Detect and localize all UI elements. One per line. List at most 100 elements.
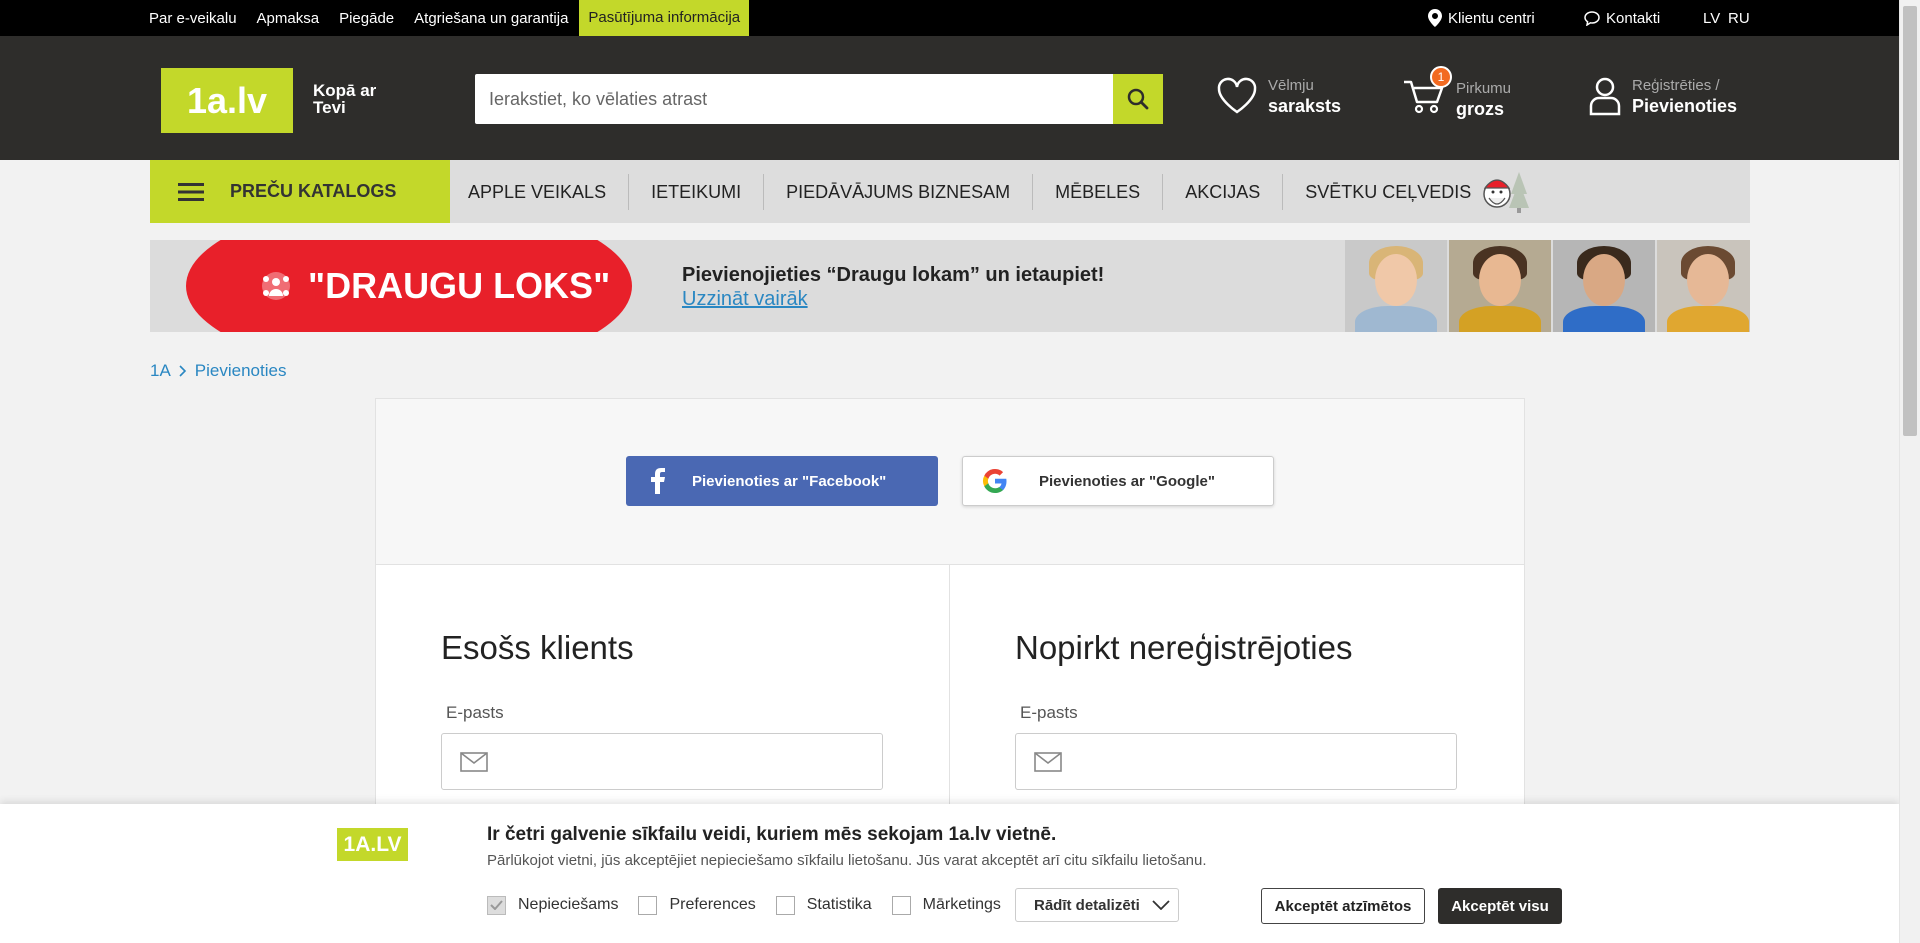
cookie-option-statistics[interactable]: Statistika [775, 895, 872, 915]
chevron-right-icon [179, 365, 186, 377]
google-icon [983, 468, 1007, 493]
chevron-down-icon [1152, 900, 1170, 910]
customer-centers-label: Klientu centri [1448, 9, 1535, 27]
top-bar: Par e-veikalu Apmaksa Piegāde Atgriešana… [0, 0, 1899, 36]
account-link[interactable]: Reģistrēties / Pievienoties [1588, 76, 1737, 116]
cookie-option-necessary: Nepieciešams [487, 895, 619, 915]
breadcrumb-home[interactable]: 1A [150, 361, 171, 381]
cookie-option-label: Nepieciešams [518, 896, 619, 913]
santa-tree-icon [1483, 171, 1530, 213]
customer-centers-link[interactable]: Klientu centri [1428, 9, 1535, 27]
banner-title-block: "DRAUGU LOKS" [260, 240, 610, 332]
facebook-login-button[interactable]: Pievienoties ar "Facebook" [626, 456, 938, 506]
nav-item-recommendations[interactable]: IETEIKUMI [629, 173, 765, 210]
friends-circle-icon [262, 272, 290, 300]
cookie-option-preferences[interactable]: Preferences [638, 895, 756, 915]
accept-all-button[interactable]: Akceptēt visu [1438, 888, 1562, 924]
person-photo [1345, 240, 1447, 332]
banner-message: Pievienojieties “Draugu lokam” un ietaup… [682, 264, 1105, 286]
nav-item-holiday-guide[interactable]: SVĒTKU CEĻVEDIS [1283, 174, 1493, 210]
contacts-link[interactable]: Kontakti [1584, 10, 1660, 27]
page-scrollbar[interactable] [1899, 0, 1920, 943]
facebook-icon [651, 468, 665, 494]
checkbox-statistics[interactable] [775, 895, 795, 915]
existing-email-input[interactable] [502, 736, 882, 787]
scrollbar-thumb[interactable] [1903, 6, 1917, 436]
promo-banner[interactable]: "DRAUGU LOKS" Pievienojieties “Draugu lo… [150, 240, 1750, 332]
guest-checkout-title: Nopirkt nereģistrējoties [1015, 629, 1353, 666]
slogan: Kopā ar Tevi [313, 81, 377, 117]
user-icon [1589, 77, 1621, 116]
social-login-section: Pievienoties ar "Facebook" Pievienoties … [376, 399, 1524, 565]
person-photo [1657, 240, 1750, 332]
banner-title: "DRAUGU LOKS" [308, 265, 611, 306]
wishlist-link[interactable]: Vēlmju saraksts [1216, 76, 1341, 116]
show-details-label: Rādīt detalizēti [1034, 896, 1140, 914]
cart-link[interactable]: 1 Pirkumu grozs [1402, 66, 1512, 121]
cart-big-label: grozs [1456, 98, 1505, 119]
cart-small-label: Pirkumu [1456, 79, 1512, 97]
checkbox-marketing[interactable] [891, 895, 911, 915]
catalog-menu-button[interactable]: PREČU KATALOGS [150, 160, 450, 223]
catalog-label: PREČU KATALOGS [230, 181, 397, 201]
lang-lv[interactable]: LV [1703, 10, 1720, 27]
top-right: Klientu centri Kontakti LV RU [1400, 0, 1899, 36]
wishlist-big-label: saraksts [1268, 96, 1342, 116]
show-details-button[interactable]: Rādīt detalizēti [1015, 888, 1179, 922]
cookie-option-label: Statistika [806, 896, 872, 913]
top-link-delivery[interactable]: Piegāde [339, 10, 394, 27]
top-link-returns[interactable]: Atgriešana un garantija [414, 10, 568, 27]
search-input[interactable] [475, 74, 1112, 124]
breadcrumb: 1A Pievienoties [150, 361, 286, 381]
main-nav: PREČU KATALOGS APPLE VEIKALS IETEIKUMI P… [150, 160, 1750, 223]
cookie-title: Ir četri galvenie sīkfailu veidi, kuriem… [487, 824, 1057, 845]
checkbox-preferences[interactable] [638, 895, 658, 915]
nav-item-furniture[interactable]: MĒBELES [1033, 173, 1164, 210]
wishlist-small-label: Vēlmju [1268, 77, 1314, 94]
banner-learn-more-link[interactable]: Uzzināt vairāk [682, 288, 808, 311]
contacts-label: Kontakti [1606, 9, 1661, 27]
person-photo [1449, 240, 1551, 332]
existing-email-label: E-pasts [446, 703, 504, 722]
account-big-label: Pievienoties [1632, 96, 1738, 116]
top-links: Par e-veikalu Apmaksa Piegāde Atgriešana… [149, 0, 769, 36]
cookie-option-label: Mārketings [922, 896, 1001, 913]
nav-item-promotions[interactable]: AKCIJAS [1163, 173, 1284, 210]
top-link-payment[interactable]: Apmaksa [257, 10, 320, 27]
existing-customer-title: Esošs klients [441, 629, 634, 666]
top-link-order-info[interactable]: Pasūtījuma informācija [579, 0, 750, 36]
search-bar [475, 74, 1163, 124]
cookie-consent-bar: 1A.LV Ir četri galvenie sīkfailu veidi, … [0, 804, 1899, 943]
checkmark-icon [490, 900, 503, 910]
guest-email-input[interactable] [1076, 736, 1456, 787]
nav-item-apple[interactable]: APPLE VEIKALS [450, 173, 630, 210]
cookie-options: Nepieciešams Preferences Statistika Mārk… [487, 888, 1021, 922]
banner-photos [1345, 240, 1750, 332]
existing-email-field[interactable] [441, 733, 883, 790]
envelope-icon [460, 751, 488, 772]
hamburger-icon [178, 182, 204, 201]
google-login-label: Pievienoties ar "Google" [1039, 472, 1215, 490]
guest-email-field[interactable] [1015, 733, 1457, 790]
logo[interactable]: 1a.lv [161, 68, 293, 133]
person-photo [1553, 240, 1655, 332]
cookie-description: Pārlūkojot vietni, jūs akceptējiet nepie… [487, 852, 1207, 869]
accept-selected-button[interactable]: Akceptēt atzīmētos [1261, 888, 1425, 924]
guest-email-label: E-pasts [1020, 703, 1078, 722]
google-login-button[interactable]: Pievienoties ar "Google" [962, 456, 1274, 506]
cookie-option-marketing[interactable]: Mārketings [891, 895, 1001, 915]
top-link-about[interactable]: Par e-veikalu [149, 10, 237, 27]
cookie-option-label: Preferences [669, 896, 756, 913]
checkbox-necessary [487, 895, 506, 915]
envelope-icon [1034, 751, 1062, 772]
lang-ru[interactable]: RU [1728, 10, 1750, 27]
account-small-label: Reģistrēties / [1632, 77, 1720, 94]
site-header: 1a.lv Kopā ar Tevi Vēlmju saraksts 1 Pir… [0, 36, 1899, 160]
location-pin-icon [1428, 9, 1442, 27]
cart-count-badge: 1 [1430, 66, 1452, 88]
search-button[interactable] [1113, 74, 1163, 124]
facebook-login-label: Pievienoties ar "Facebook" [692, 472, 887, 490]
chat-bubble-icon [1584, 10, 1600, 26]
nav-item-business[interactable]: PIEDĀVĀJUMS BIZNESAM [764, 173, 1034, 210]
breadcrumb-current[interactable]: Pievienoties [195, 361, 287, 381]
